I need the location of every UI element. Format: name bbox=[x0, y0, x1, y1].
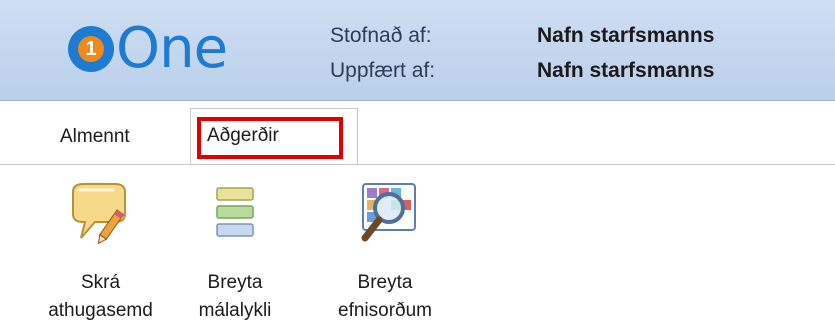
updated-by-label: Uppfært af: bbox=[330, 59, 436, 82]
action-toolbar: Skrá athugasemd Breyta málalykli Breyta … bbox=[0, 170, 835, 329]
magnifier-icon bbox=[361, 183, 416, 242]
created-by-value: Nafn starfsmanns bbox=[537, 24, 715, 47]
edit-keywords-label-line2: efnisorðum bbox=[338, 300, 432, 321]
edit-keywords-label-line1: Breyta bbox=[357, 272, 413, 293]
tab-strip: Almennt Aðgerðir bbox=[0, 100, 835, 165]
updated-by-value: Nafn starfsmanns bbox=[537, 59, 715, 82]
meta-labels: Stofnað af: Uppfært af: bbox=[330, 18, 435, 88]
logo-mark-icon: 1 bbox=[68, 26, 114, 72]
comment-pencil-icon bbox=[71, 183, 126, 245]
edit-matter-key-label-line1: Breyta bbox=[207, 272, 263, 293]
tab-actions[interactable]: Aðgerðir bbox=[190, 108, 358, 164]
logo-text: One bbox=[116, 16, 228, 81]
edit-matter-key-button[interactable]: Breyta málalykli bbox=[180, 180, 290, 325]
add-comment-label-line2: athugasemd bbox=[48, 300, 153, 321]
edit-matter-key-label-line2: málalykli bbox=[198, 300, 272, 321]
created-by-label: Stofnað af: bbox=[330, 24, 432, 47]
logo-digit: 1 bbox=[78, 36, 104, 62]
tab-general[interactable]: Almennt bbox=[60, 126, 130, 148]
meta-values: Nafn starfsmanns Nafn starfsmanns bbox=[537, 18, 714, 88]
add-comment-button[interactable]: Skrá athugasemd bbox=[28, 180, 173, 325]
tab-actions-label: Aðgerðir bbox=[207, 125, 279, 146]
one-logo: 1 One bbox=[68, 14, 228, 84]
list-icon bbox=[216, 187, 254, 237]
edit-keywords-button[interactable]: Breyta efnisorðum bbox=[310, 180, 460, 325]
header-bar: 1 One Stofnað af: Uppfært af: Nafn starf… bbox=[0, 0, 835, 101]
add-comment-label-line1: Skrá bbox=[80, 272, 121, 293]
